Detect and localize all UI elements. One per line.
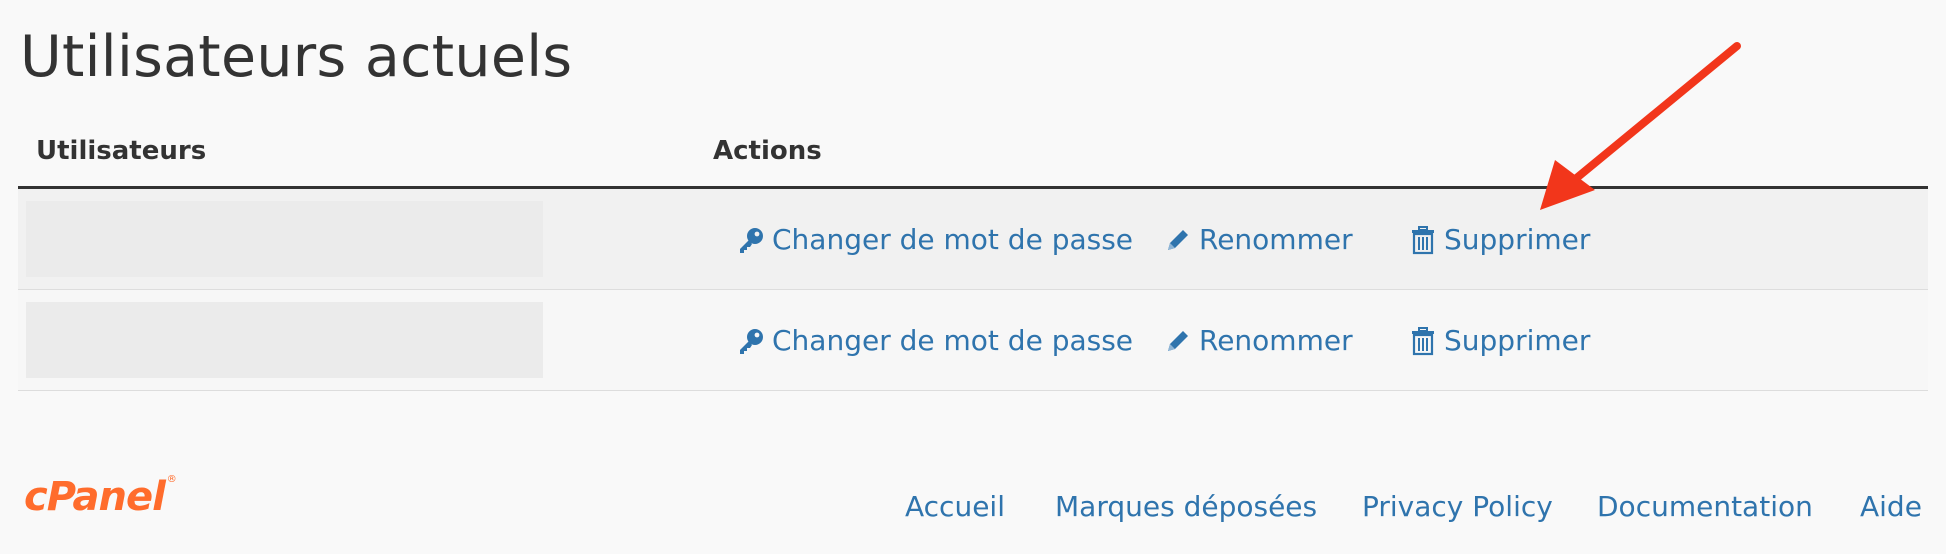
red-arrow-icon [1540, 42, 1741, 210]
user-name-cell [26, 201, 543, 277]
cpanel-logo: cPanel ® [24, 474, 177, 520]
change-password-label: Changer de mot de passe [772, 324, 1134, 357]
footer-link-privacy-policy[interactable]: Privacy Policy [1362, 490, 1553, 523]
rename-link[interactable]: Renommer [1163, 223, 1353, 256]
pencil-icon [1163, 326, 1193, 356]
footer: cPanel ® Accueil Marques déposées Privacy… [0, 458, 1946, 554]
change-password-label: Changer de mot de passe [772, 223, 1134, 256]
user-name-cell [26, 302, 543, 378]
trash-icon [1408, 326, 1438, 356]
table-row: Changer de mot de passe Renommer Supprim… [18, 290, 1928, 391]
footer-link-home[interactable]: Accueil [905, 490, 1005, 523]
footer-link-help[interactable]: Aide [1860, 490, 1922, 523]
pencil-icon [1163, 225, 1193, 255]
footer-link-documentation[interactable]: Documentation [1597, 490, 1813, 523]
key-icon [736, 225, 766, 255]
key-icon [736, 326, 766, 356]
page-title: Utilisateurs actuels [20, 24, 573, 90]
column-header-users: Utilisateurs [36, 136, 207, 166]
footer-link-trademarks[interactable]: Marques déposées [1055, 490, 1317, 523]
column-header-actions: Actions [713, 136, 822, 166]
delete-link[interactable]: Supprimer [1408, 324, 1590, 357]
rename-link[interactable]: Renommer [1163, 324, 1353, 357]
trash-icon [1408, 225, 1438, 255]
rename-label: Renommer [1199, 324, 1353, 357]
change-password-link[interactable]: Changer de mot de passe [736, 223, 1133, 256]
delete-label: Supprimer [1444, 324, 1591, 357]
change-password-link[interactable]: Changer de mot de passe [736, 324, 1133, 357]
rename-label: Renommer [1199, 223, 1353, 256]
